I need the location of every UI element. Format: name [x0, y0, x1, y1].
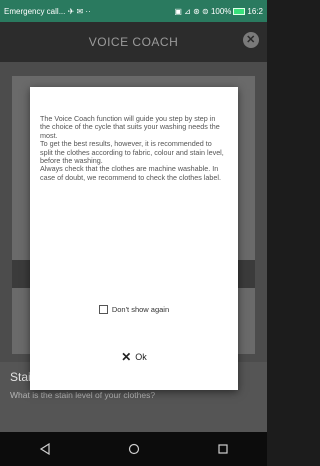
- dont-show-again-checkbox[interactable]: [98, 304, 108, 314]
- recents-icon[interactable]: [217, 443, 229, 455]
- status-indicators: ▣ ⊿ ⊛ ⊜ 100%: [174, 6, 232, 16]
- page-title: VOICE COACH: [88, 35, 179, 49]
- dont-show-again-label[interactable]: Don't show again: [112, 305, 169, 314]
- ok-label: Ok: [135, 352, 147, 362]
- dialog-paragraph: Always check that the clothes are machin…: [40, 164, 221, 182]
- voice-coach-dialog: The Voice Coach function will guide you …: [30, 87, 238, 390]
- back-icon[interactable]: [39, 443, 51, 455]
- dialog-paragraph: The Voice Coach function will guide you …: [40, 114, 220, 140]
- close-icon[interactable]: ✕: [243, 32, 259, 48]
- status-icons: ▣ ⊿ ⊛ ⊜ 100% 16:2: [174, 7, 263, 16]
- dialog-body: The Voice Coach function will guide you …: [40, 114, 226, 182]
- battery-icon: [233, 7, 246, 15]
- dont-show-again-row[interactable]: Don't show again: [30, 302, 238, 316]
- status-carrier-text: Emergency call... ✈ ✉ ··: [4, 6, 91, 16]
- status-bar: Emergency call... ✈ ✉ ·· ▣ ⊿ ⊛ ⊜ 100% 16…: [0, 0, 267, 22]
- navigation-bar: [0, 432, 267, 466]
- ok-button[interactable]: ✕ Ok: [94, 345, 174, 369]
- close-x-icon: ✕: [121, 350, 132, 364]
- dialog-paragraph: To get the best results, however, it is …: [40, 139, 224, 166]
- stain-level-subtitle: What is the stain level of your clothes?: [10, 390, 156, 400]
- app-header: VOICE COACH ✕: [0, 22, 267, 62]
- status-time: 16:2: [247, 6, 263, 16]
- home-icon[interactable]: [128, 443, 140, 455]
